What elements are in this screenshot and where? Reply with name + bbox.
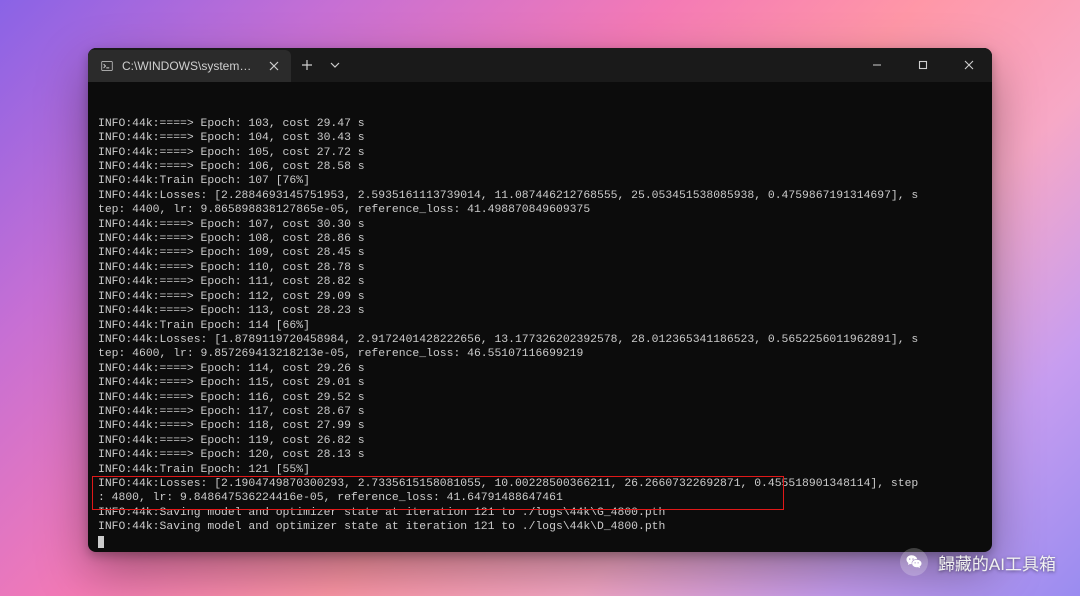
terminal-line: INFO:44k:====> Epoch: 119, cost 26.82 s bbox=[98, 434, 982, 448]
watermark: 歸藏的AI工具箱 bbox=[900, 548, 1056, 576]
terminal-line: INFO:44k:====> Epoch: 105, cost 27.72 s bbox=[98, 146, 982, 160]
cursor bbox=[98, 536, 104, 548]
terminal-cursor-line bbox=[98, 535, 982, 549]
terminal-line: INFO:44k:====> Epoch: 106, cost 28.58 s bbox=[98, 160, 982, 174]
terminal-line: INFO:44k:Saving model and optimizer stat… bbox=[98, 520, 982, 534]
terminal-line: INFO:44k:Train Epoch: 121 [55%] bbox=[98, 463, 982, 477]
terminal-line: INFO:44k:====> Epoch: 107, cost 30.30 s bbox=[98, 218, 982, 232]
terminal-line: INFO:44k:Losses: [1.8789119720458984, 2.… bbox=[98, 333, 982, 347]
window-controls bbox=[854, 48, 992, 82]
terminal-line: INFO:44k:====> Epoch: 115, cost 29.01 s bbox=[98, 376, 982, 390]
terminal-line: INFO:44k:====> Epoch: 113, cost 28.23 s bbox=[98, 304, 982, 318]
terminal-line: INFO:44k:====> Epoch: 117, cost 28.67 s bbox=[98, 405, 982, 419]
terminal-line: INFO:44k:====> Epoch: 118, cost 27.99 s bbox=[98, 419, 982, 433]
terminal-line: INFO:44k:Saving model and optimizer stat… bbox=[98, 506, 982, 520]
wechat-icon bbox=[900, 548, 928, 576]
terminal-line: INFO:44k:====> Epoch: 116, cost 29.52 s bbox=[98, 391, 982, 405]
terminal-window: C:\WINDOWS\system32\cmd. bbox=[88, 48, 992, 552]
terminal-line: tep: 4600, lr: 9.857269413218213e-05, re… bbox=[98, 347, 982, 361]
terminal-output[interactable]: INFO:44k:====> Epoch: 103, cost 29.47 sI… bbox=[88, 82, 992, 552]
tab-title: C:\WINDOWS\system32\cmd. bbox=[122, 59, 257, 73]
watermark-text: 歸藏的AI工具箱 bbox=[938, 550, 1056, 575]
tab-dropdown-button[interactable] bbox=[323, 48, 347, 82]
terminal-line: INFO:44k:====> Epoch: 109, cost 28.45 s bbox=[98, 246, 982, 260]
active-tab[interactable]: C:\WINDOWS\system32\cmd. bbox=[88, 50, 291, 82]
terminal-line: INFO:44k:Losses: [2.2884693145751953, 2.… bbox=[98, 189, 982, 203]
terminal-line: : 4800, lr: 9.848647536224416e-05, refer… bbox=[98, 491, 982, 505]
terminal-line: INFO:44k:====> Epoch: 103, cost 29.47 s bbox=[98, 117, 982, 131]
maximize-button[interactable] bbox=[900, 48, 946, 82]
terminal-line: INFO:44k:Losses: [2.1904749870300293, 2.… bbox=[98, 477, 982, 491]
terminal-line: INFO:44k:Train Epoch: 107 [76%] bbox=[98, 174, 982, 188]
new-tab-button[interactable] bbox=[291, 48, 323, 82]
desktop-background: C:\WINDOWS\system32\cmd. bbox=[0, 0, 1080, 596]
terminal-line: INFO:44k:====> Epoch: 108, cost 28.86 s bbox=[98, 232, 982, 246]
titlebar[interactable]: C:\WINDOWS\system32\cmd. bbox=[88, 48, 992, 82]
close-button[interactable] bbox=[946, 48, 992, 82]
terminal-line: INFO:44k:====> Epoch: 111, cost 28.82 s bbox=[98, 275, 982, 289]
terminal-line: INFO:44k:Train Epoch: 114 [66%] bbox=[98, 319, 982, 333]
terminal-line: INFO:44k:====> Epoch: 104, cost 30.43 s bbox=[98, 131, 982, 145]
tab-close-button[interactable] bbox=[265, 57, 283, 75]
titlebar-drag-area[interactable] bbox=[347, 48, 854, 82]
minimize-button[interactable] bbox=[854, 48, 900, 82]
cmd-icon bbox=[100, 59, 114, 73]
terminal-line: INFO:44k:====> Epoch: 110, cost 28.78 s bbox=[98, 261, 982, 275]
terminal-line: tep: 4400, lr: 9.865898838127865e-05, re… bbox=[98, 203, 982, 217]
terminal-line: INFO:44k:====> Epoch: 120, cost 28.13 s bbox=[98, 448, 982, 462]
terminal-line: INFO:44k:====> Epoch: 112, cost 29.09 s bbox=[98, 290, 982, 304]
terminal-line: INFO:44k:====> Epoch: 114, cost 29.26 s bbox=[98, 362, 982, 376]
